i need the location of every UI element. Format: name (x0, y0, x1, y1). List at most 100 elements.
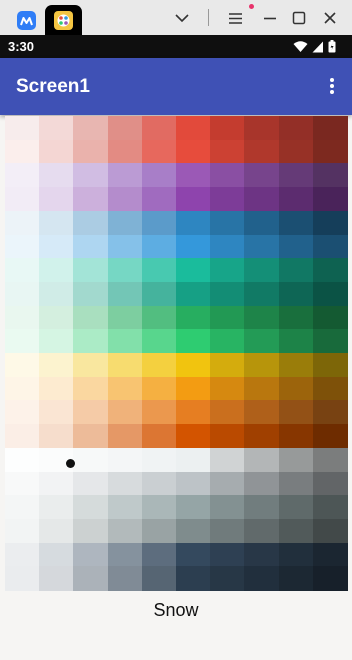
color-swatch[interactable] (73, 376, 109, 402)
color-swatch[interactable] (176, 258, 211, 284)
color-swatch[interactable] (107, 424, 143, 450)
color-swatch[interactable] (244, 187, 280, 213)
color-swatch[interactable] (39, 400, 75, 426)
color-swatch[interactable] (244, 234, 280, 260)
color-swatch[interactable] (244, 424, 280, 450)
color-swatch[interactable] (278, 305, 314, 331)
color-swatch[interactable] (5, 518, 40, 544)
color-swatch[interactable] (107, 234, 143, 260)
color-swatch[interactable] (244, 518, 280, 544)
color-swatch[interactable] (141, 234, 177, 260)
color-swatch[interactable] (278, 376, 314, 402)
color-swatch[interactable] (244, 542, 280, 568)
menu-icon[interactable] (225, 8, 245, 28)
color-swatch[interactable] (141, 424, 177, 450)
close-icon[interactable] (320, 8, 340, 28)
color-swatch[interactable] (176, 281, 211, 307)
color-swatch[interactable] (278, 447, 314, 473)
color-swatch[interactable] (312, 376, 348, 402)
color-swatch[interactable] (210, 376, 246, 402)
color-swatch[interactable] (210, 400, 246, 426)
color-swatch[interactable] (278, 471, 314, 497)
color-swatch[interactable] (210, 353, 246, 378)
color-swatch[interactable] (141, 210, 177, 236)
color-swatch[interactable] (278, 353, 314, 378)
color-swatch[interactable] (5, 566, 40, 592)
color-swatch[interactable] (244, 163, 280, 189)
color-swatch[interactable] (5, 329, 40, 355)
color-swatch[interactable] (244, 376, 280, 402)
color-swatch[interactable] (73, 116, 109, 141)
color-swatch[interactable] (278, 542, 314, 568)
color-swatch[interactable] (141, 566, 177, 592)
color-swatch[interactable] (5, 376, 40, 402)
color-swatch[interactable] (244, 471, 280, 497)
color-swatch[interactable] (312, 329, 348, 355)
color-swatch[interactable] (278, 495, 314, 521)
color-swatch[interactable] (312, 424, 348, 450)
color-swatch[interactable] (210, 281, 246, 307)
color-swatch[interactable] (141, 376, 177, 402)
color-swatch[interactable] (5, 495, 40, 521)
color-swatch[interactable] (176, 353, 211, 378)
color-swatch[interactable] (312, 495, 348, 521)
color-swatch[interactable] (244, 329, 280, 355)
color-swatch[interactable] (244, 353, 280, 378)
color-swatch[interactable] (210, 329, 246, 355)
color-swatch[interactable] (210, 234, 246, 260)
color-swatch[interactable] (210, 424, 246, 450)
color-swatch[interactable] (312, 471, 348, 497)
color-swatch[interactable] (5, 139, 40, 165)
color-swatch[interactable] (210, 116, 246, 141)
color-swatch[interactable] (176, 376, 211, 402)
color-swatch[interactable] (107, 400, 143, 426)
color-swatch[interactable] (107, 329, 143, 355)
color-swatch[interactable] (244, 210, 280, 236)
color-swatch[interactable] (312, 400, 348, 426)
color-swatch[interactable] (39, 471, 75, 497)
color-swatch[interactable] (312, 518, 348, 544)
color-swatch[interactable] (73, 163, 109, 189)
maximize-icon[interactable] (289, 8, 309, 28)
color-swatch[interactable] (5, 400, 40, 426)
color-swatch[interactable] (176, 187, 211, 213)
color-swatch[interactable] (278, 163, 314, 189)
color-swatch[interactable] (107, 281, 143, 307)
color-swatch[interactable] (176, 447, 211, 473)
color-swatch[interactable] (244, 495, 280, 521)
color-swatch[interactable] (278, 234, 314, 260)
color-swatch[interactable] (141, 116, 177, 141)
color-swatch[interactable] (73, 353, 109, 378)
app-tab[interactable] (11, 6, 41, 35)
color-swatch[interactable] (141, 471, 177, 497)
color-swatch[interactable] (5, 258, 40, 284)
color-swatch[interactable] (312, 139, 348, 165)
color-swatch[interactable] (244, 400, 280, 426)
color-swatch[interactable] (278, 187, 314, 213)
color-swatch[interactable] (312, 210, 348, 236)
color-swatch[interactable] (210, 163, 246, 189)
color-swatch[interactable] (278, 116, 314, 141)
overflow-menu-icon[interactable] (324, 76, 340, 96)
color-swatch[interactable] (278, 400, 314, 426)
color-swatch[interactable] (73, 234, 109, 260)
color-swatch[interactable] (73, 400, 109, 426)
color-swatch[interactable] (141, 258, 177, 284)
color-swatch[interactable] (5, 281, 40, 307)
color-swatch[interactable] (107, 542, 143, 568)
color-swatch[interactable] (39, 210, 75, 236)
color-swatch[interactable] (107, 376, 143, 402)
color-swatch[interactable] (141, 542, 177, 568)
color-swatch[interactable] (39, 116, 75, 141)
color-swatch[interactable] (210, 471, 246, 497)
color-swatch[interactable] (176, 400, 211, 426)
color-swatch[interactable] (141, 400, 177, 426)
color-swatch[interactable] (73, 187, 109, 213)
color-swatch[interactable] (210, 518, 246, 544)
color-swatch[interactable] (5, 447, 40, 473)
color-swatch[interactable] (141, 329, 177, 355)
color-swatch[interactable] (210, 139, 246, 165)
color-swatch[interactable] (176, 163, 211, 189)
color-swatch[interactable] (39, 495, 75, 521)
color-swatch[interactable] (107, 471, 143, 497)
